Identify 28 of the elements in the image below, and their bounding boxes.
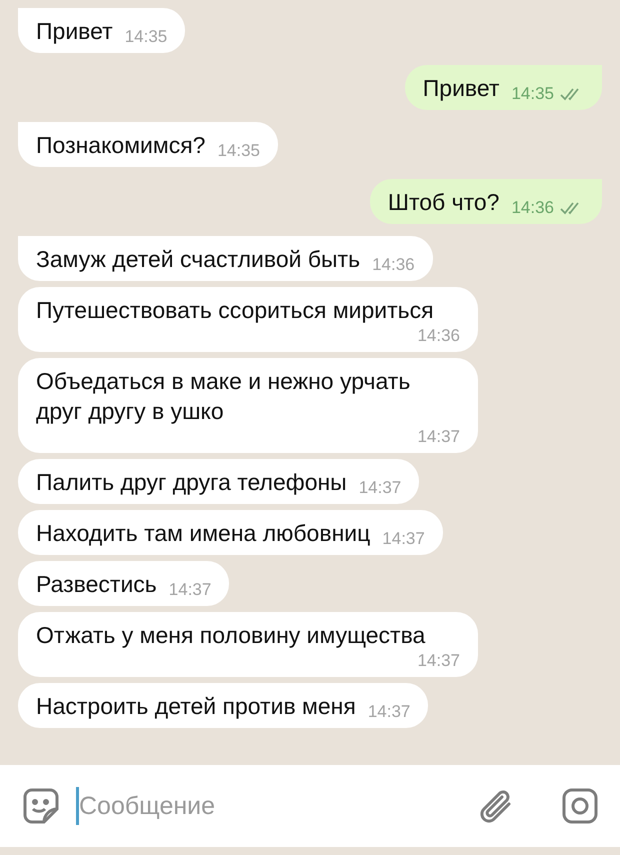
message-time: 14:37 <box>368 701 410 723</box>
message-time: 14:36 <box>417 325 460 347</box>
message-text: Привет <box>36 17 113 46</box>
message-text: Настроить детей против меня <box>36 692 356 721</box>
message-time: 14:35 <box>217 140 260 162</box>
message-text: Развестись <box>36 570 157 599</box>
message-time: 14:36 <box>511 197 554 219</box>
message-time: 14:37 <box>168 579 212 601</box>
message-field[interactable]: Сообщение <box>76 787 464 825</box>
message-text: Палить друг друга телефоны <box>36 468 347 497</box>
sticker-icon[interactable] <box>22 787 60 825</box>
message-text: Объедаться в маке и нежно урчать друг другу в ушко <box>36 367 412 426</box>
message-time: 14:35 <box>124 26 168 48</box>
message-time: 14:37 <box>358 477 402 499</box>
message-text: Штоб что? <box>388 188 500 217</box>
message-bar[interactable]: Сообщение <box>0 765 620 847</box>
message-text: Отжать у меня половину имущества <box>36 621 426 650</box>
message-time: 14:37 <box>417 426 460 448</box>
camera-icon[interactable] <box>562 788 598 824</box>
message-text: Находить там имена любовниц <box>36 519 370 548</box>
message-text: Замуж детей счастливой быть <box>36 245 360 274</box>
message-time: 14:35 <box>511 83 554 105</box>
message-time: 14:37 <box>382 528 425 550</box>
message-text: Познакомимся? <box>36 131 206 160</box>
message-time: 14:37 <box>417 650 460 672</box>
message-text: Привет <box>422 74 500 103</box>
message-time: 14:36 <box>372 254 415 276</box>
message-text: Путешествовать ссориться мириться <box>36 296 435 325</box>
